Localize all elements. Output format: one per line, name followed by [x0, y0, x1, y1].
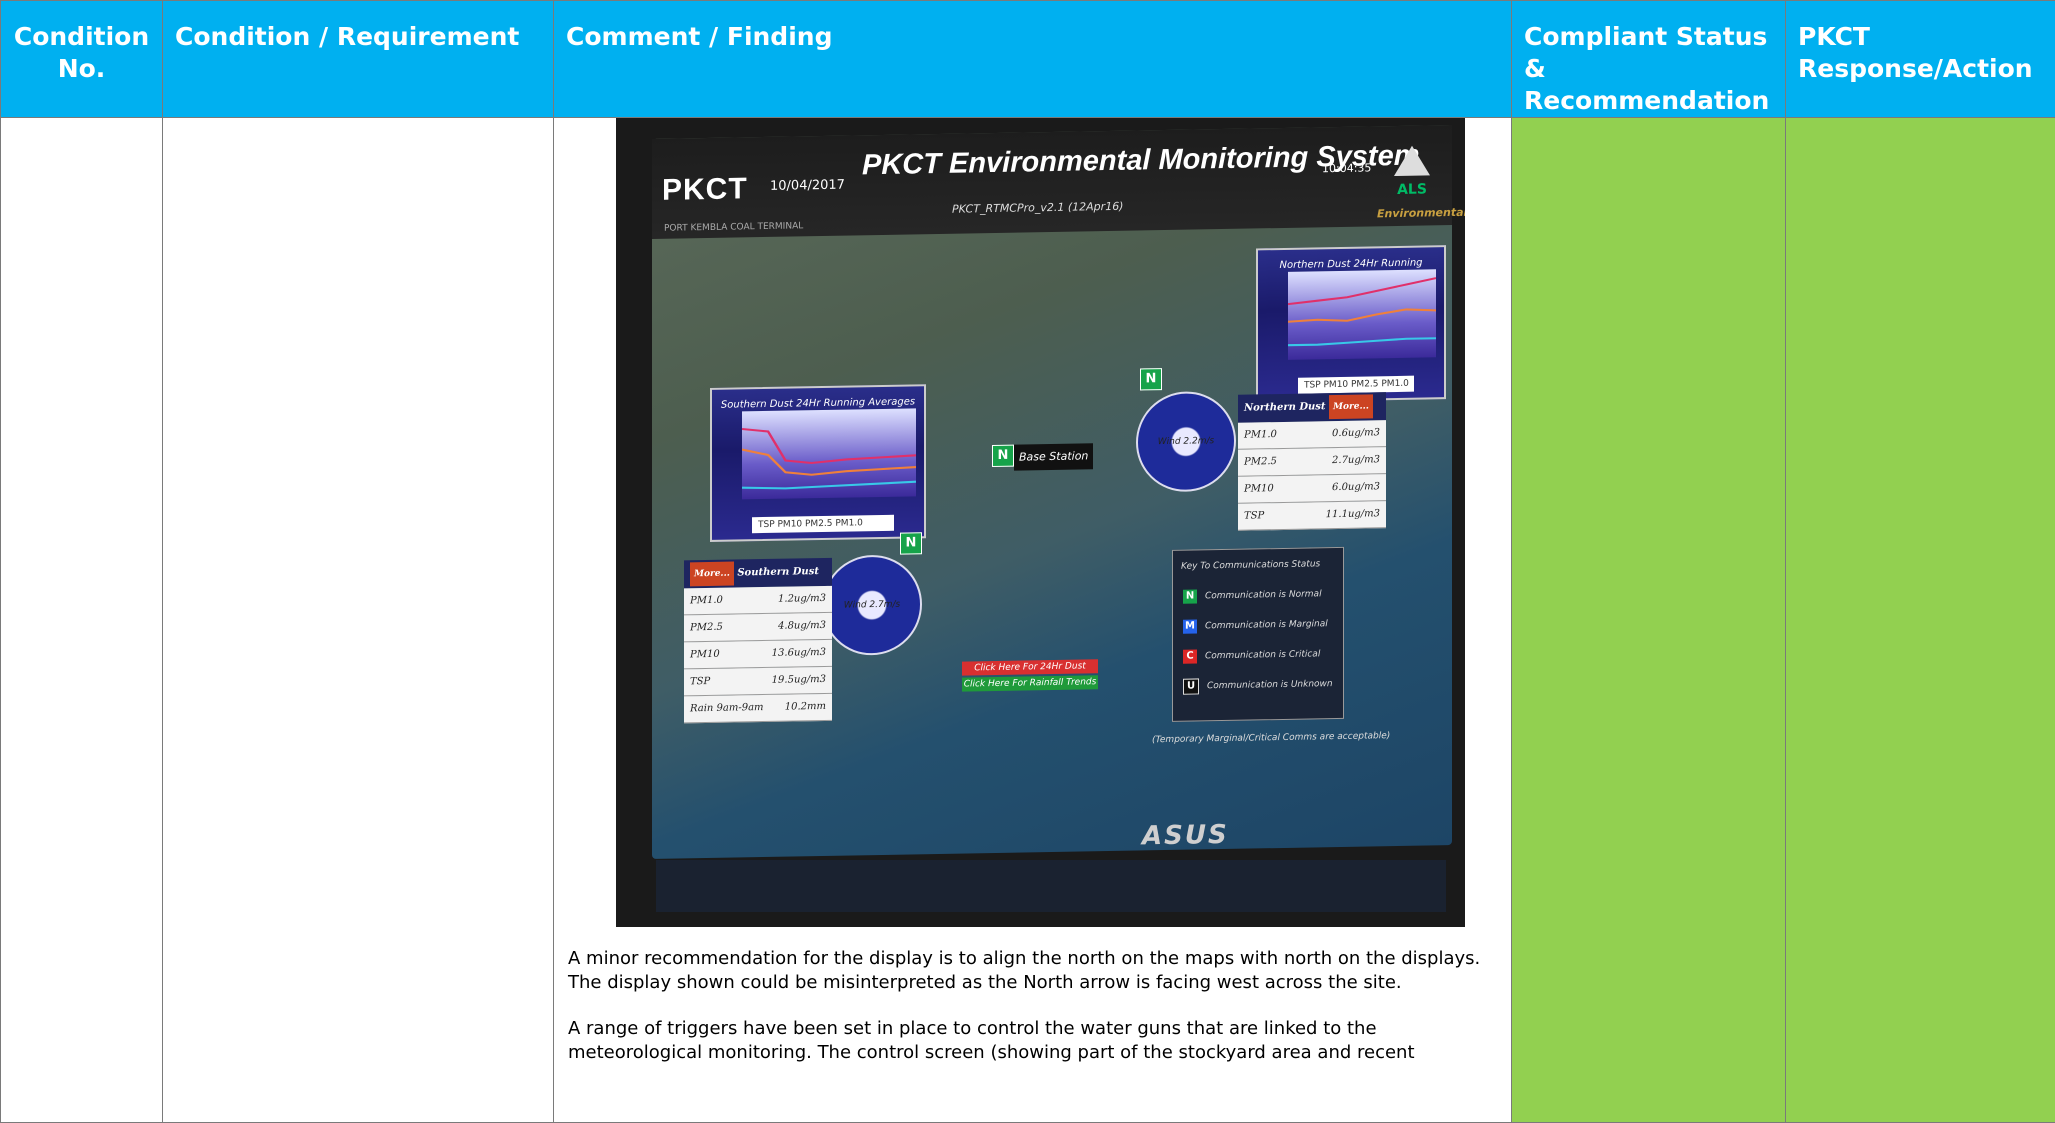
northern-readings-title: Northern Dust More... [1238, 392, 1386, 423]
monitor-screen: PKCT PORT KEMBLA COAL TERMINAL 10/04/201… [652, 125, 1452, 859]
header-pkct-response: PKCT Response/Action [1786, 1, 2055, 118]
cell-pkct-response [1786, 118, 2055, 1123]
monitoring-system-photo: PKCT PORT KEMBLA COAL TERMINAL 10/04/201… [616, 118, 1465, 927]
northern-chart-plot [1288, 269, 1436, 360]
als-triangle-icon [1394, 145, 1430, 176]
reading-row: PM2.52.7ug/m3 [1238, 447, 1386, 477]
northern-readings: Northern Dust More... PM1.00.6ug/m3 PM2.… [1238, 392, 1386, 531]
screen-header: PKCT PORT KEMBLA COAL TERMINAL 10/04/201… [652, 125, 1452, 239]
dust-trends-button[interactable]: Click Here For 24Hr Dust Trends [962, 659, 1098, 675]
rainfall-trends-button[interactable]: Click Here For Rainfall Trends [962, 675, 1098, 691]
header-row: Condition No. Condition / Requirement Co… [1, 1, 2055, 118]
pkct-logo-sub: PORT KEMBLA COAL TERMINAL [664, 214, 803, 240]
southern-dust-chart: Southern Dust 24Hr Running Averages TSP … [710, 384, 926, 542]
audit-table: Condition No. Condition / Requirement Co… [0, 0, 2055, 1123]
southern-wind-speed: Wind 2.7m/s [824, 592, 920, 618]
southern-chart-plot [742, 408, 916, 499]
key-caption: (Temporary Marginal/Critical Comms are a… [1152, 724, 1390, 752]
als-logo: ALS Environmental [1377, 145, 1447, 206]
header-comment-finding: Comment / Finding [554, 1, 1512, 118]
reading-row: PM2.54.8ug/m3 [684, 613, 832, 643]
key-title: Key To Communications Status [1181, 552, 1343, 579]
cell-condition-no [1, 118, 163, 1123]
cell-condition-requirement [163, 118, 554, 1123]
key-row: CCommunication is Critical [1183, 642, 1343, 669]
cell-comment-finding: PKCT PORT KEMBLA COAL TERMINAL 10/04/201… [554, 118, 1512, 1123]
reading-row: Rain 9am-9am10.2mm [684, 694, 832, 724]
base-station-marker: N [992, 445, 1014, 467]
southern-readings-title: More... Southern Dust [684, 558, 832, 589]
finding-paragraph: A minor recommendation for the display i… [568, 947, 1499, 995]
system-date: 10/04/2017 [770, 174, 845, 199]
reading-row: TSP19.5ug/m3 [684, 667, 832, 697]
northern-wind-speed: Wind 2.2m/s [1138, 429, 1234, 455]
als-label: ALS [1377, 177, 1447, 202]
southern-readings: More... Southern Dust PM1.01.2ug/m3 PM2.… [684, 558, 832, 724]
northern-dust-chart: Northern Dust 24Hr Running Averages TSP … [1256, 245, 1446, 402]
northern-more-button[interactable]: More... [1329, 394, 1373, 419]
als-sub-label: Environmental [1377, 201, 1447, 226]
reading-row: PM1013.6ug/m3 [684, 640, 832, 670]
pkct-logo: PKCT [662, 177, 748, 202]
southern-wind-compass: Wind 2.7m/s [822, 554, 922, 656]
key-row: NCommunication is Normal [1183, 582, 1343, 609]
table-row: PKCT PORT KEMBLA COAL TERMINAL 10/04/201… [1, 118, 2055, 1123]
key-row: MCommunication is Marginal [1183, 612, 1343, 639]
header-condition-requirement: Condition / Requirement [163, 1, 554, 118]
windows-taskbar [656, 860, 1446, 912]
finding-content: PKCT PORT KEMBLA COAL TERMINAL 10/04/201… [554, 118, 1511, 1065]
comms-status-key: Key To Communications Status NCommunicat… [1172, 547, 1344, 722]
south-station-marker: N [900, 532, 922, 554]
northern-wind-compass: Wind 2.2m/s [1136, 391, 1236, 493]
key-row: UCommunication is Unknown [1183, 672, 1343, 699]
north-station-marker: N [1140, 368, 1162, 390]
system-version: PKCT_RTMCPro_v2.1 (12Apr16) [952, 195, 1123, 222]
northern-chart-lines [1288, 269, 1436, 360]
finding-paragraph: A range of triggers have been set in pla… [568, 1017, 1499, 1065]
northern-chart-legend: TSP PM10 PM2.5 PM1.0 [1298, 376, 1414, 394]
cell-compliant-status [1512, 118, 1786, 1123]
reading-row: PM1.00.6ug/m3 [1238, 420, 1386, 450]
southern-more-button[interactable]: More... [690, 562, 734, 587]
header-compliant-status: Compliant Status & Recommendation [1512, 1, 1786, 118]
reading-row: TSP11.1ug/m3 [1238, 501, 1386, 531]
header-condition-no: Condition No. [1, 1, 163, 118]
monitor-brand-logo: ASUS [1142, 823, 1229, 849]
system-time: 10:04:35 [1322, 156, 1371, 181]
southern-chart-legend: TSP PM10 PM2.5 PM1.0 [752, 515, 894, 533]
base-station-label: Base Station [1014, 443, 1093, 470]
reading-row: PM1.01.2ug/m3 [684, 586, 832, 616]
southern-chart-lines [742, 408, 916, 499]
reading-row: PM106.0ug/m3 [1238, 474, 1386, 504]
